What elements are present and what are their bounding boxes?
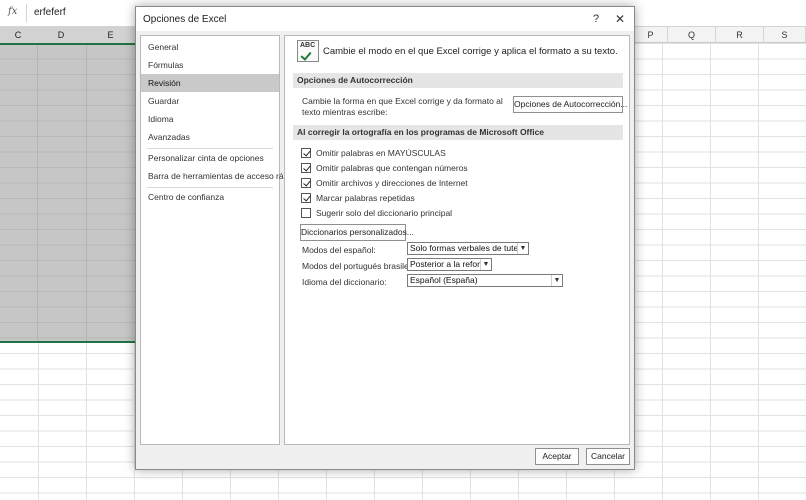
checkbox-label: Omitir palabras que contengan números	[316, 163, 468, 173]
page-description: Cambie el modo en el que Excel corrige y…	[323, 46, 618, 57]
formula-divider	[26, 4, 27, 22]
column-header-r[interactable]: R	[716, 27, 764, 43]
spanish-modes-select[interactable]: Solo formas verbales de tuteo ▼	[407, 242, 529, 255]
nav-item-avanzadas[interactable]: Avanzadas	[141, 128, 279, 146]
checkbox-box[interactable]	[301, 208, 311, 218]
checkbox-label: Omitir palabras en MAYÚSCULAS	[316, 148, 446, 158]
dictionary-language-label: Idioma del diccionario:	[302, 277, 387, 287]
chevron-down-icon[interactable]: ▼	[480, 259, 491, 270]
nav-item-guardar[interactable]: Guardar	[141, 92, 279, 110]
checkbox-box[interactable]	[301, 148, 311, 158]
nav-item-formulas[interactable]: Fórmulas	[141, 56, 279, 74]
nav-item-trust-center[interactable]: Centro de confianza	[141, 188, 279, 206]
select-value: Solo formas verbales de tuteo	[410, 243, 523, 253]
selection-border	[0, 43, 136, 45]
formula-input[interactable]: erfeferf	[34, 7, 66, 18]
nav-item-quick-access-toolbar[interactable]: Barra de herramientas de acceso rápido	[141, 167, 300, 185]
column-header-e[interactable]: E	[86, 27, 136, 43]
column-header-c[interactable]: C	[0, 27, 37, 43]
chevron-down-icon[interactable]: ▼	[551, 275, 562, 286]
column-header-d[interactable]: D	[37, 27, 86, 43]
portuguese-modes-label: Modos del portugués brasileño:	[302, 261, 421, 271]
select-value: Español (España)	[410, 275, 478, 285]
dictionary-language-select[interactable]: Español (España) ▼	[407, 274, 563, 287]
checkbox-box[interactable]	[301, 178, 311, 188]
options-nav: General Fórmulas Revisión Guardar Idioma…	[140, 35, 300, 445]
spelling-section-header: Al corregir la ortografía en los program…	[293, 125, 623, 140]
spanish-modes-label: Modos del español:	[302, 245, 376, 255]
cancel-button[interactable]: Cancelar	[586, 448, 630, 465]
function-icon[interactable]: fx	[8, 6, 17, 17]
autocorrect-description: Cambie la forma en que Excel corrige y d…	[302, 96, 503, 117]
checkbox-label: Omitir archivos y direcciones de Interne…	[316, 178, 468, 188]
excel-options-dialog: Opciones de Excel ? ✕ General Fórmulas R…	[135, 6, 635, 470]
nav-item-idioma[interactable]: Idioma	[141, 110, 279, 128]
column-header-p[interactable]: P	[634, 27, 668, 43]
autocorrect-options-button[interactable]: Opciones de Autocorrección...	[513, 96, 627, 113]
autocorrect-section-header: Opciones de Autocorrección	[293, 73, 623, 88]
help-button[interactable]: ?	[588, 11, 604, 27]
selected-range[interactable]	[0, 43, 136, 343]
ok-button[interactable]: Aceptar	[535, 448, 579, 465]
nav-item-revision[interactable]: Revisión	[141, 74, 279, 92]
dialog-titlebar[interactable]: Opciones de Excel ? ✕	[136, 7, 634, 31]
column-header-q[interactable]: Q	[668, 27, 716, 43]
checkbox-box[interactable]	[301, 163, 311, 173]
portuguese-modes-select[interactable]: Posterior a la reforma ▼	[407, 258, 492, 271]
column-header-s[interactable]: S	[764, 27, 806, 43]
chevron-down-icon[interactable]: ▼	[517, 243, 528, 254]
checkbox-label: Sugerir solo del diccionario principal	[316, 208, 453, 218]
nav-item-general[interactable]: General	[141, 38, 279, 56]
checkbox-label: Marcar palabras repetidas	[316, 193, 415, 203]
spelling-check-icon: ABC	[297, 40, 319, 62]
options-content: ABC Cambie el modo en el que Excel corri…	[284, 35, 630, 445]
close-button[interactable]: ✕	[612, 11, 628, 27]
checkbox-box[interactable]	[301, 193, 311, 203]
dialog-title: Opciones de Excel	[143, 14, 227, 25]
custom-dictionaries-button[interactable]: Diccionarios personalizados...	[300, 224, 414, 241]
nav-item-customize-ribbon[interactable]: Personalizar cinta de opciones	[141, 149, 279, 167]
spelling-icon-text: ABC	[300, 42, 316, 49]
